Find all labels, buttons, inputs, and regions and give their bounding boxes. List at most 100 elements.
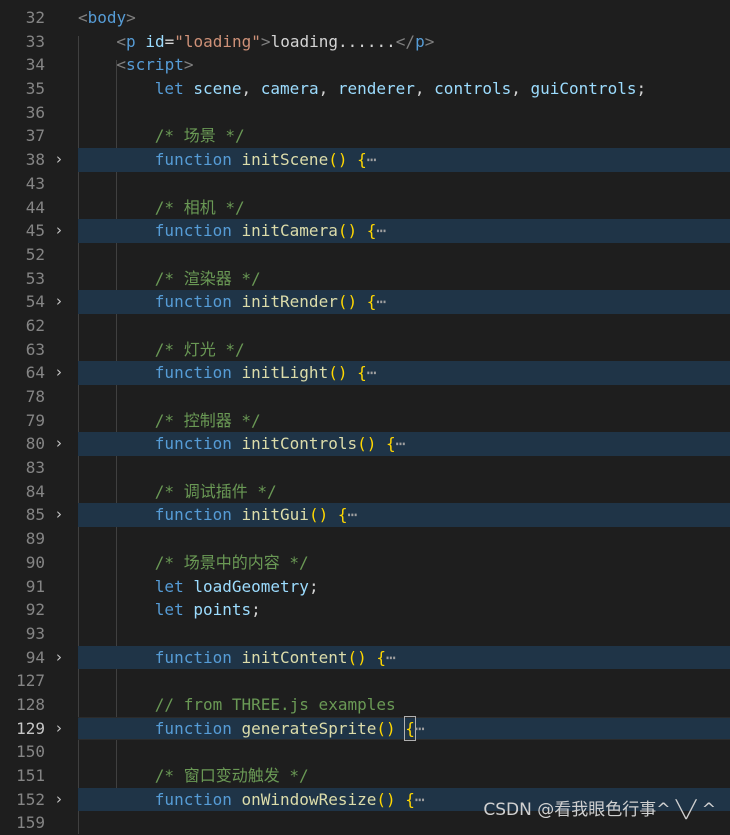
chevron-right-icon[interactable]: › bbox=[56, 361, 70, 385]
code-token: let bbox=[154, 576, 184, 596]
code-line[interactable]: 90 /* 场景中的内容 */ bbox=[0, 551, 730, 575]
code-text: function initCamera() {⋯ bbox=[78, 219, 730, 243]
code-token: points bbox=[193, 600, 252, 620]
code-line[interactable]: 36 bbox=[0, 101, 730, 125]
line-number: 93 bbox=[25, 623, 45, 643]
code-token: /* 场景中的内容 */ bbox=[154, 552, 309, 572]
code-line[interactable]: 80 › function initControls() {⋯ bbox=[0, 432, 730, 457]
line-number: 92 bbox=[25, 600, 45, 620]
code-token: initControls bbox=[241, 434, 358, 454]
code-line[interactable]: 44 /* 相机 */ bbox=[0, 196, 730, 220]
code-token: , bbox=[318, 79, 338, 99]
code-line[interactable]: 53 /* 渲染器 */ bbox=[0, 267, 730, 291]
chevron-right-icon[interactable]: › bbox=[56, 788, 70, 812]
chevron-right-icon[interactable]: › bbox=[56, 646, 70, 670]
code-token: guiControls bbox=[530, 79, 637, 99]
code-line[interactable]: 127 bbox=[0, 669, 730, 693]
code-token: onWindowResize bbox=[241, 789, 377, 809]
line-number: 34 bbox=[25, 55, 45, 75]
chevron-right-icon[interactable]: › bbox=[56, 717, 70, 741]
code-token: camera bbox=[260, 79, 319, 99]
code-line[interactable]: 63 /* 灯光 */ bbox=[0, 338, 730, 362]
code-token: let bbox=[154, 79, 184, 99]
line-number: 90 bbox=[25, 552, 45, 572]
code-line[interactable]: 79 /* 控制器 */ bbox=[0, 409, 730, 433]
code-line[interactable]: 91 let loadGeometry; bbox=[0, 575, 730, 599]
code-line[interactable]: 37 /* 场景 */ bbox=[0, 124, 730, 148]
chevron-right-icon[interactable]: › bbox=[56, 148, 70, 172]
code-token: () bbox=[337, 221, 358, 241]
chevron-right-icon[interactable]: › bbox=[56, 290, 70, 314]
code-text: let scene, camera, renderer, controls, g… bbox=[78, 77, 730, 101]
code-text: function initRender() {⋯ bbox=[78, 290, 730, 314]
code-line[interactable]: 54 › function initRender() {⋯ bbox=[0, 290, 730, 314]
code-token: ; bbox=[308, 576, 319, 596]
code-token: initScene bbox=[241, 150, 329, 170]
code-line[interactable]: 92 let points; bbox=[0, 598, 730, 622]
code-token: () bbox=[347, 647, 367, 667]
code-line[interactable]: 129 › function generateSprite() {⋯ bbox=[0, 715, 730, 742]
code-token: ; bbox=[636, 79, 647, 99]
code-line[interactable]: 45 › function initCamera() {⋯ bbox=[0, 219, 730, 243]
code-line[interactable]: 43 bbox=[0, 172, 730, 196]
line-number: 84 bbox=[25, 481, 45, 501]
code-token: loading...... bbox=[270, 31, 396, 51]
code-token: /* 窗口变动触发 */ bbox=[154, 766, 309, 785]
code-line[interactable]: 78 bbox=[0, 385, 730, 409]
code-token: "loading" bbox=[174, 31, 261, 51]
code-text: /* 场景中的内容 */ bbox=[78, 551, 730, 575]
line-number: 91 bbox=[25, 576, 45, 596]
chevron-right-icon[interactable]: › bbox=[56, 219, 70, 243]
code-line[interactable]: 128 // from THREE.js examples bbox=[0, 693, 730, 717]
code-token: () bbox=[376, 718, 396, 738]
chevron-right-icon[interactable]: › bbox=[56, 432, 70, 456]
code-line[interactable]: 93 bbox=[0, 622, 730, 646]
code-text: /* 相机 */ bbox=[78, 196, 730, 220]
code-token: function bbox=[154, 292, 232, 312]
code-token: /* 灯光 */ bbox=[154, 339, 245, 359]
line-number: 63 bbox=[25, 339, 45, 359]
line-number: 79 bbox=[25, 410, 45, 430]
code-line[interactable]: 62 bbox=[0, 314, 730, 338]
code-token: /* 渲染器 */ bbox=[154, 268, 261, 288]
code-token: () bbox=[376, 789, 396, 809]
code-line[interactable]: 35 let scene, camera, renderer, controls,… bbox=[0, 77, 730, 101]
code-line[interactable]: 83 bbox=[0, 456, 730, 480]
code-editor[interactable]: 32 <body> 33 <p id="loading">loading......<… bbox=[0, 6, 730, 835]
code-line[interactable]: 94 › function initContent() {⋯ bbox=[0, 645, 730, 670]
code-line[interactable]: 150 bbox=[0, 740, 730, 764]
code-token: id bbox=[145, 31, 165, 51]
code-token: ⋯ bbox=[414, 789, 425, 809]
code-token: initCamera bbox=[241, 221, 338, 241]
code-line[interactable]: 84 /* 调试插件 */ bbox=[0, 480, 730, 504]
code-line[interactable]: 32 <body> bbox=[0, 6, 730, 30]
code-line[interactable]: 34 <script> bbox=[0, 53, 730, 77]
code-token: /* 调试插件 */ bbox=[154, 481, 277, 501]
code-token: ⋯ bbox=[376, 292, 387, 312]
code-line[interactable]: 89 bbox=[0, 527, 730, 551]
code-line[interactable]: 52 bbox=[0, 243, 730, 267]
code-token: > bbox=[424, 31, 435, 51]
code-line[interactable]: 33 <p id="loading">loading......</p> bbox=[0, 30, 730, 54]
code-line[interactable]: 38 › function initScene() {⋯ bbox=[0, 148, 730, 172]
code-token: /* 相机 */ bbox=[154, 197, 245, 217]
line-number: 52 bbox=[25, 244, 45, 264]
code-line[interactable]: 151 /* 窗口变动触发 */ bbox=[0, 764, 730, 788]
code-token: ⋯ bbox=[386, 647, 396, 667]
chevron-right-icon[interactable]: › bbox=[56, 503, 70, 527]
code-line[interactable]: 85 › function initGui() {⋯ bbox=[0, 503, 730, 528]
code-token: { bbox=[366, 221, 377, 241]
code-line[interactable]: 64 › function initLight() {⋯ bbox=[0, 361, 730, 385]
code-token: ⋯ bbox=[366, 150, 377, 170]
code-token: < bbox=[116, 55, 127, 75]
